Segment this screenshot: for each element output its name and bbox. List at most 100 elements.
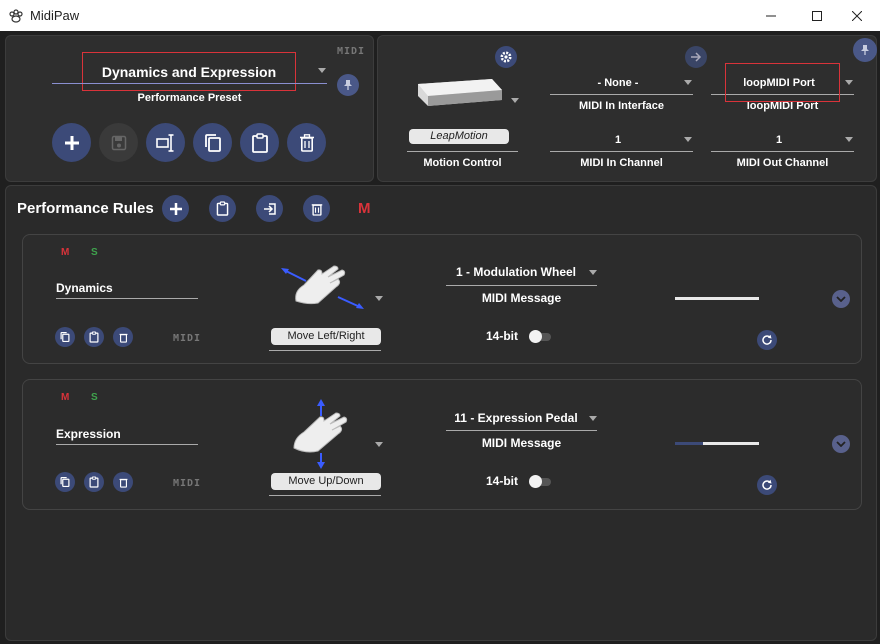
rename-preset-button[interactable] — [146, 123, 185, 162]
midi-in-channel-label: MIDI In Channel — [580, 157, 663, 169]
delete-preset-button[interactable] — [287, 123, 326, 162]
midi-message-underline — [446, 430, 597, 431]
preset-dropdown-chevron-icon[interactable] — [318, 68, 326, 73]
midi-message-chevron-icon[interactable] — [589, 270, 597, 275]
save-preset-button[interactable] — [99, 123, 138, 162]
gesture-underline — [269, 350, 381, 351]
rule-mute-button[interactable]: M — [61, 392, 69, 403]
performance-rules-title: Performance Rules — [17, 200, 154, 217]
device-pin-button[interactable] — [853, 38, 877, 62]
midi-out-highlight-box — [725, 63, 840, 102]
rule-paste-button[interactable] — [84, 472, 104, 492]
hand-icon — [293, 399, 348, 469]
reset-rule-button[interactable] — [757, 475, 777, 495]
import-icon — [263, 202, 276, 215]
app-body: MIDI Dynamics and Expression Performance… — [0, 31, 880, 644]
motion-control-underline — [407, 151, 518, 152]
gesture-button[interactable]: Move Up/Down — [271, 473, 381, 490]
rule-delete-button[interactable] — [113, 472, 133, 492]
copy-icon — [204, 133, 221, 152]
copy-preset-button[interactable] — [193, 123, 232, 162]
delete-all-rules-button[interactable] — [303, 195, 330, 222]
rule-copy-button[interactable] — [55, 327, 75, 347]
delete-icon — [311, 203, 322, 216]
add-rule-button[interactable] — [162, 195, 189, 222]
midi-logo: MIDI — [337, 46, 366, 57]
midi-in-channel-underline — [550, 151, 693, 152]
midi-message-value[interactable]: 1 - Modulation Wheel — [446, 265, 586, 279]
fourteen-bit-toggle[interactable] — [529, 330, 551, 343]
motion-control-label: Motion Control — [423, 157, 502, 169]
rule-midi-logo: MIDI — [173, 478, 202, 489]
level-slider[interactable] — [675, 442, 759, 445]
level-slider[interactable] — [675, 297, 759, 300]
leap-motion-device-image — [418, 79, 502, 106]
pin-icon — [861, 45, 869, 55]
midi-out-channel-chevron-icon[interactable] — [845, 137, 853, 142]
midi-in-interface-label: MIDI In Interface — [579, 100, 664, 112]
rule-copy-button[interactable] — [55, 472, 75, 492]
copy-icon — [60, 476, 70, 488]
midi-out-channel-value[interactable]: 1 — [711, 134, 847, 146]
gesture-dropdown-chevron-icon[interactable] — [375, 442, 383, 447]
rule-name-underline — [56, 298, 198, 299]
reset-rule-button[interactable] — [757, 330, 777, 350]
settings-button[interactable] — [495, 46, 517, 68]
paste-preset-button[interactable] — [240, 123, 279, 162]
add-icon — [169, 202, 182, 215]
midi-message-label: MIDI Message — [481, 291, 562, 305]
gesture-dropdown-chevron-icon[interactable] — [375, 296, 383, 301]
minimize-button[interactable] — [748, 0, 794, 31]
motion-control-button[interactable]: LeapMotion — [409, 129, 509, 144]
rename-icon — [155, 133, 173, 152]
rule-solo-button[interactable]: S — [91, 392, 98, 403]
level-slider-fill — [675, 442, 703, 445]
expand-rule-button[interactable] — [832, 290, 850, 308]
rule-mute-button[interactable]: M — [61, 247, 69, 258]
midi-message-chevron-icon[interactable] — [589, 416, 597, 421]
chevron-down-icon — [836, 296, 846, 302]
import-rule-button[interactable] — [256, 195, 283, 222]
midi-out-channel-underline — [711, 151, 854, 152]
midi-in-interface-chevron-icon[interactable] — [684, 80, 692, 85]
paste-icon — [89, 331, 99, 343]
rule-name[interactable]: Expression — [56, 427, 121, 441]
midi-in-interface-underline — [550, 94, 693, 95]
chevron-down-icon — [836, 441, 846, 447]
preset-highlight-box — [82, 52, 296, 91]
refresh-icon — [762, 334, 772, 345]
preset-pin-button[interactable] — [337, 74, 359, 96]
midi-message-value[interactable]: 11 - Expression Pedal — [446, 411, 586, 425]
rule-paste-button[interactable] — [84, 327, 104, 347]
save-icon — [111, 135, 126, 150]
midi-message-label: MIDI Message — [481, 436, 562, 450]
delete-icon — [119, 478, 127, 488]
add-preset-button[interactable] — [52, 123, 91, 162]
fourteen-bit-label: 14-bit — [486, 474, 519, 488]
close-button[interactable] — [834, 0, 880, 31]
paste-rule-button[interactable] — [209, 195, 236, 222]
add-icon — [64, 135, 79, 150]
rule-solo-button[interactable]: S — [91, 247, 98, 258]
forward-button[interactable] — [685, 46, 707, 68]
rule-delete-button[interactable] — [113, 327, 133, 347]
maximize-icon — [812, 10, 822, 21]
fourteen-bit-toggle[interactable] — [529, 475, 551, 488]
midi-in-interface-value[interactable]: - None - — [550, 77, 686, 89]
fourteen-bit-label: 14-bit — [486, 329, 519, 343]
device-dropdown-chevron-icon[interactable] — [511, 98, 519, 103]
gesture-button[interactable]: Move Left/Right — [271, 328, 381, 345]
midi-in-channel-value[interactable]: 1 — [550, 134, 686, 146]
preset-panel: MIDI Dynamics and Expression Performance… — [5, 35, 374, 182]
rule-card-dynamics: M S Dynamics MIDI Move Left/Right 1 - Mo… — [22, 234, 862, 364]
expand-rule-button[interactable] — [832, 435, 850, 453]
paste-icon — [89, 476, 99, 488]
arrow-right-icon — [691, 52, 702, 62]
master-mute-button[interactable]: M — [358, 200, 371, 217]
midi-in-channel-chevron-icon[interactable] — [684, 137, 692, 142]
midi-out-interface-chevron-icon[interactable] — [845, 80, 853, 85]
rule-name[interactable]: Dynamics — [56, 281, 113, 295]
pin-icon — [344, 80, 352, 90]
rule-name-underline — [56, 444, 198, 445]
gear-icon — [500, 51, 512, 63]
